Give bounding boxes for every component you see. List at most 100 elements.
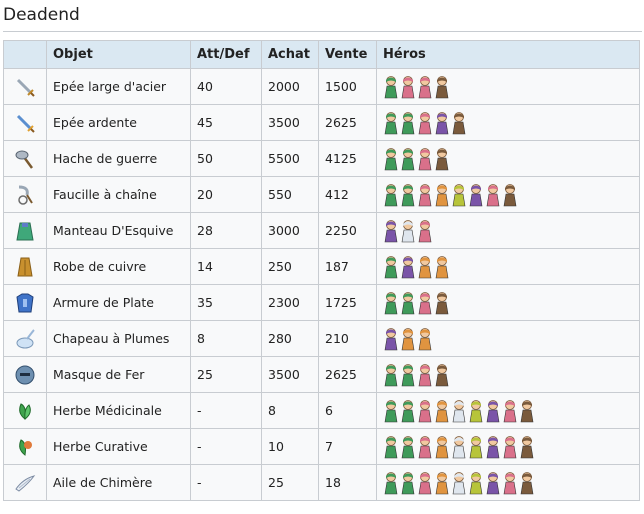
hero-green-icon xyxy=(400,471,416,495)
item-achat: 2300 xyxy=(261,284,319,321)
heroes-cell xyxy=(376,284,640,321)
hero-orange-icon xyxy=(434,183,450,207)
hero-pink-icon xyxy=(502,471,518,495)
hero-orange-icon xyxy=(417,327,433,351)
flame-sword-icon xyxy=(13,111,37,135)
hero-brown-icon xyxy=(451,111,467,135)
hero-brown-icon xyxy=(434,75,450,99)
item-att-def: 45 xyxy=(190,104,262,141)
hero-yellow-icon xyxy=(451,183,467,207)
hero-green-icon xyxy=(383,471,399,495)
item-achat: 3500 xyxy=(261,356,319,393)
hero-brown-icon xyxy=(434,363,450,387)
item-vente: 4125 xyxy=(318,140,377,177)
hero-green-icon xyxy=(383,291,399,315)
item-att-def: 40 xyxy=(190,68,262,105)
hero-pink-icon xyxy=(417,471,433,495)
robe-icon xyxy=(13,255,37,279)
hero-purple-icon xyxy=(485,399,501,423)
hero-green-icon xyxy=(383,111,399,135)
item-icon-cell xyxy=(3,284,47,321)
hero-green-icon xyxy=(383,435,399,459)
hero-orange-icon xyxy=(434,399,450,423)
medicinal-herb-icon xyxy=(13,399,37,423)
table-row: Chapeau à Plumes 8 280 210 xyxy=(3,320,640,357)
item-att-def: 8 xyxy=(190,320,262,357)
item-icon-cell xyxy=(3,248,47,285)
hero-pink-icon xyxy=(417,363,433,387)
item-icon-cell xyxy=(3,392,47,429)
table-row: Epée large d'acier 40 2000 1500 xyxy=(3,68,640,105)
hero-purple-icon xyxy=(400,255,416,279)
table-row: Epée ardente 45 3500 2625 xyxy=(3,104,640,141)
hero-green-icon xyxy=(400,399,416,423)
hero-green-icon xyxy=(383,75,399,99)
item-vente: 2625 xyxy=(318,356,377,393)
hero-yellow-icon xyxy=(468,435,484,459)
hero-purple-icon xyxy=(383,219,399,243)
item-name: Epée ardente xyxy=(46,104,191,141)
sword-icon xyxy=(13,75,37,99)
item-icon-cell xyxy=(3,428,47,465)
hero-orange-icon xyxy=(417,255,433,279)
hero-green-icon xyxy=(383,147,399,171)
heroes-cell xyxy=(376,140,640,177)
chain-sickle-icon xyxy=(13,183,37,207)
heroes-cell xyxy=(376,212,640,249)
header-vente: Vente xyxy=(318,40,377,69)
feather-hat-icon xyxy=(13,327,37,351)
hero-pink-icon xyxy=(417,147,433,171)
item-name: Herbe Curative xyxy=(46,428,191,465)
table-row: Aile de Chimère -25 18 xyxy=(3,464,640,501)
items-table: Objet Att/Def Achat Vente Héros Epée lar… xyxy=(3,40,640,501)
item-vente: 18 xyxy=(318,464,377,501)
header-att-def: Att/Def xyxy=(190,40,262,69)
hero-green-icon xyxy=(400,291,416,315)
header-icon xyxy=(3,40,47,69)
item-att-def: 28 xyxy=(190,212,262,249)
item-icon-cell xyxy=(3,104,47,141)
hero-pink-icon xyxy=(417,219,433,243)
item-achat: 250 xyxy=(261,248,319,285)
heroes-cell xyxy=(376,356,640,393)
hero-brown-icon xyxy=(519,435,535,459)
hero-yellow-icon xyxy=(468,399,484,423)
hero-purple-icon xyxy=(485,471,501,495)
hero-green-icon xyxy=(400,435,416,459)
hero-pink-icon xyxy=(417,399,433,423)
item-vente: 6 xyxy=(318,392,377,429)
item-name: Chapeau à Plumes xyxy=(46,320,191,357)
item-achat: 8 xyxy=(261,392,319,429)
hero-green-icon xyxy=(383,255,399,279)
item-vente: 2250 xyxy=(318,212,377,249)
item-vente: 1500 xyxy=(318,68,377,105)
title-divider xyxy=(3,31,642,32)
item-vente: 187 xyxy=(318,248,377,285)
hero-purple-icon xyxy=(485,435,501,459)
hero-pink-icon xyxy=(417,183,433,207)
table-row: Faucille à chaîne 20 550 412 xyxy=(3,176,640,213)
item-name: Robe de cuivre xyxy=(46,248,191,285)
header-objet: Objet xyxy=(46,40,191,69)
battle-axe-icon xyxy=(13,147,37,171)
table-row: Masque de Fer 25 3500 2625 xyxy=(3,356,640,393)
hero-brown-icon xyxy=(434,147,450,171)
heroes-cell xyxy=(376,464,640,501)
item-att-def: - xyxy=(190,392,262,429)
item-att-def: 35 xyxy=(190,284,262,321)
hero-brown-icon xyxy=(434,291,450,315)
item-name: Masque de Fer xyxy=(46,356,191,393)
heroes-cell xyxy=(376,428,640,465)
hero-green-icon xyxy=(383,363,399,387)
header-achat: Achat xyxy=(261,40,319,69)
hero-orange-icon xyxy=(434,435,450,459)
item-icon-cell xyxy=(3,140,47,177)
item-achat: 280 xyxy=(261,320,319,357)
item-att-def: 50 xyxy=(190,140,262,177)
heroes-cell xyxy=(376,104,640,141)
item-achat: 25 xyxy=(261,464,319,501)
item-vente: 412 xyxy=(318,176,377,213)
item-icon-cell xyxy=(3,320,47,357)
table-row: Manteau D'Esquive 28 3000 2250 xyxy=(3,212,640,249)
hero-green-icon xyxy=(383,183,399,207)
